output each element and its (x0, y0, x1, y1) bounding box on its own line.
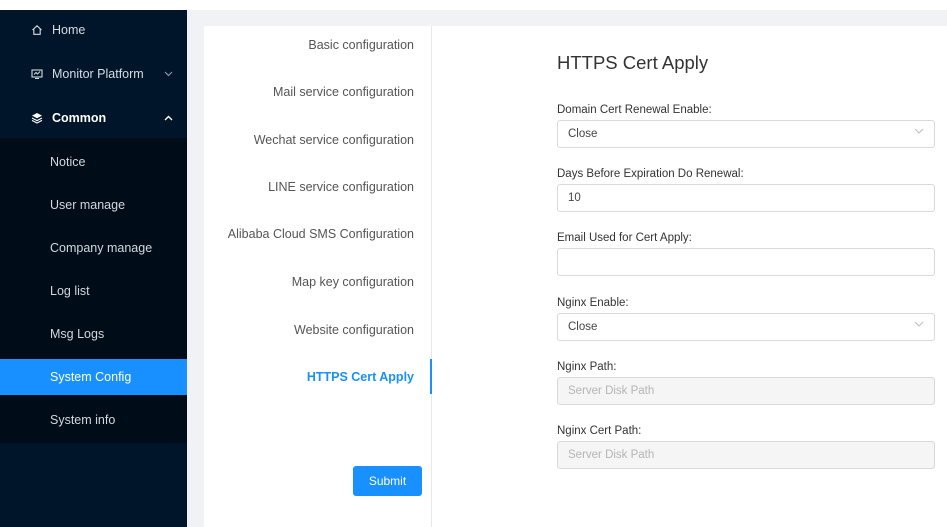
top-bar (0, 0, 947, 10)
nginx-enable-select[interactable]: Close (557, 313, 935, 341)
sidebar-item-label: System info (50, 413, 116, 427)
email-label: Email Used for Cert Apply: (557, 232, 692, 244)
nginx-enable-value: Close (568, 321, 598, 333)
tab-mail-service-configuration[interactable]: Mail service configuration (273, 85, 414, 99)
sidebar-item-label: Common (52, 111, 107, 125)
tabs-divider (431, 26, 432, 527)
sidebar-item-common[interactable]: Common (0, 98, 187, 138)
nginx-path-input[interactable]: Server Disk Path (557, 377, 935, 405)
days-before-input[interactable]: 10 (557, 184, 935, 212)
sidebar-item-user-manage[interactable]: User manage (0, 187, 187, 223)
sidebar-item-label: User manage (50, 198, 126, 212)
sidebar-item-label: Home (52, 23, 86, 37)
nginx-cert-path-placeholder: Server Disk Path (568, 449, 655, 461)
sidebar-item-label: Monitor Platform (52, 67, 144, 81)
tab-map-key-configuration[interactable]: Map key configuration (292, 275, 414, 289)
tab-alibaba-cloud-sms-configuration[interactable]: Alibaba Cloud SMS Configuration (228, 227, 414, 241)
monitor-icon (30, 68, 44, 80)
nginx-path-label: Nginx Path: (557, 361, 617, 373)
sidebar-item-notice[interactable]: Notice (0, 144, 187, 180)
nginx-enable-label: Nginx Enable: (557, 297, 629, 309)
sidebar-item-home[interactable]: Home (0, 10, 187, 50)
renewal-enable-value: Close (568, 128, 598, 140)
config-panel: Basic configuration Mail service configu… (204, 26, 947, 527)
submenu-common: Notice User manage Company manage Log li… (0, 138, 187, 443)
email-input[interactable] (557, 248, 935, 276)
nginx-cert-path-label: Nginx Cert Path: (557, 425, 642, 437)
tab-line-service-configuration[interactable]: LINE service configuration (268, 180, 414, 194)
sidebar-item-msg-logs[interactable]: Msg Logs (0, 316, 187, 352)
chevron-down-icon (914, 319, 924, 330)
sidebar-item-label: Log list (50, 284, 90, 298)
sidebar-item-system-info[interactable]: System info (0, 402, 187, 438)
chevron-up-icon (164, 113, 173, 124)
config-tabs: Basic configuration Mail service configu… (204, 26, 432, 527)
renewal-enable-label: Domain Cert Renewal Enable: (557, 104, 712, 116)
active-tab-indicator (430, 359, 432, 394)
submit-button[interactable]: Submit (353, 466, 422, 496)
sidebar: Home Monitor Platform Common Notice User… (0, 10, 187, 527)
nginx-path-placeholder: Server Disk Path (568, 385, 655, 397)
sidebar-item-label: Notice (50, 155, 86, 169)
tab-basic-configuration[interactable]: Basic configuration (308, 38, 414, 52)
layers-icon (30, 112, 44, 124)
tab-website-configuration[interactable]: Website configuration (294, 323, 414, 337)
sidebar-item-system-config[interactable]: System Config (0, 359, 187, 395)
sidebar-item-label: System Config (50, 370, 132, 384)
form-title: HTTPS Cert Apply (557, 52, 709, 73)
sidebar-item-label: Company manage (50, 241, 153, 255)
chevron-down-icon (914, 126, 924, 137)
chevron-down-icon (164, 69, 173, 79)
nginx-cert-path-input[interactable]: Server Disk Path (557, 441, 935, 469)
home-icon (30, 24, 44, 36)
tab-wechat-service-configuration[interactable]: Wechat service configuration (254, 133, 414, 147)
days-before-label: Days Before Expiration Do Renewal: (557, 168, 744, 180)
sidebar-item-monitor-platform[interactable]: Monitor Platform (0, 54, 187, 94)
days-before-value: 10 (568, 192, 581, 204)
sidebar-item-log-list[interactable]: Log list (0, 273, 187, 309)
sidebar-item-company-manage[interactable]: Company manage (0, 230, 187, 266)
tab-https-cert-apply[interactable]: HTTPS Cert Apply (307, 370, 414, 384)
sidebar-item-label: Msg Logs (50, 327, 105, 341)
renewal-enable-select[interactable]: Close (557, 120, 935, 148)
